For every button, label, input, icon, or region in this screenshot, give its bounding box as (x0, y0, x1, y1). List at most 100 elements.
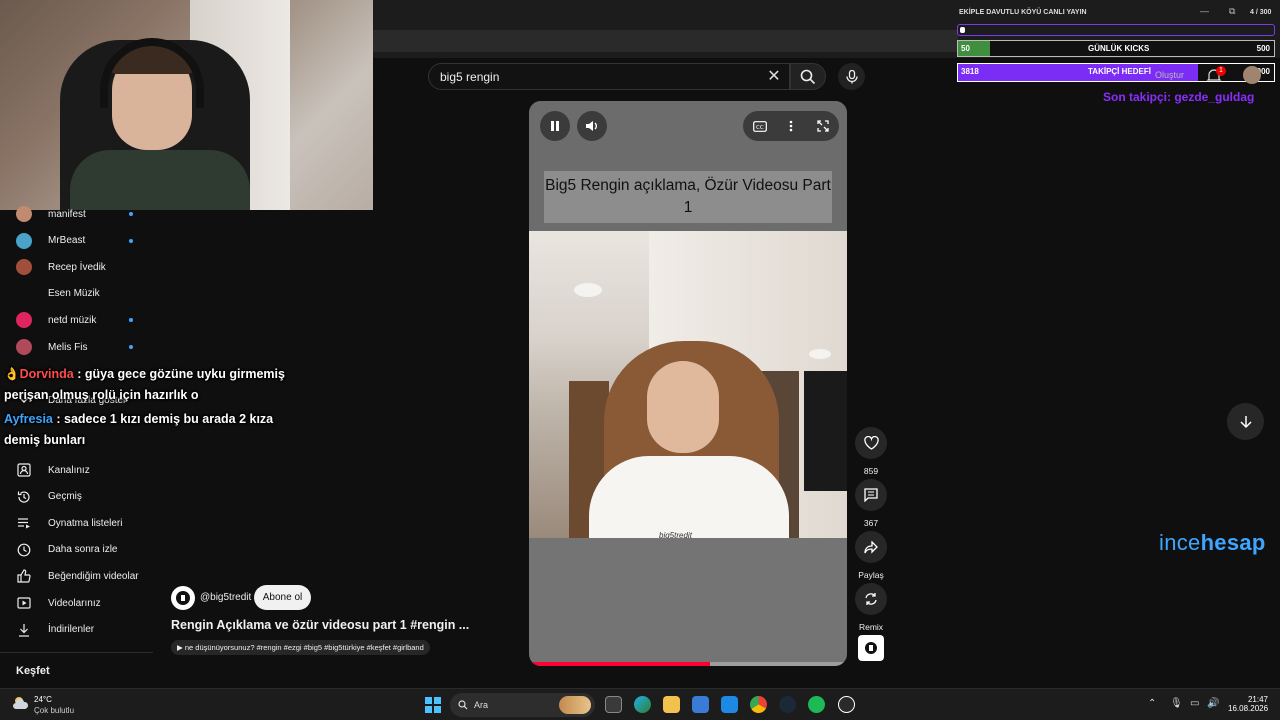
chat-username: Dorvinda (19, 367, 74, 381)
mic-icon[interactable]: 🎙 (1170, 698, 1183, 709)
sound-thumbnail[interactable] (858, 635, 884, 661)
screen: big5 rengin ✕ manifest MrBeast Recep İvedi… (0, 0, 1280, 720)
chrome-icon[interactable] (750, 696, 767, 713)
comments-button[interactable]: 367 (855, 479, 887, 528)
video-frame: big5tredit (529, 231, 847, 538)
task-view-icon[interactable] (605, 696, 622, 713)
brand-part2: hesap (1200, 530, 1266, 555)
restore-icon[interactable]: ⧉ (1229, 6, 1235, 17)
chat-message: 👌Dorvinda : güya gece gözüne uyku girmem… (4, 364, 304, 406)
sidebar-item-label: Daha sonra izle (48, 544, 118, 556)
chevron-up-icon[interactable]: ⌃ (1148, 698, 1156, 709)
weather-temp: 24°C (34, 695, 52, 704)
sidebar-subscription-item[interactable]: Esen Müzik (0, 281, 155, 307)
channel-avatar (16, 339, 32, 355)
captions-button[interactable]: CC (745, 111, 775, 141)
video-watermark: big5tredit (659, 531, 692, 538)
sidebar-item-label: Kanalınız (48, 464, 90, 476)
clock[interactable]: 21:47 16.08.2026 (1228, 695, 1268, 713)
channel-avatar (16, 259, 32, 276)
sidebar-subscription-item[interactable]: netd müzik (0, 307, 155, 333)
subscribe-button[interactable]: Abone ol (254, 585, 311, 610)
sidebar-item-label: İndirilenler (48, 624, 95, 636)
taskbar: 24°C Çok bulutlu Ara ⌃ 🎙 ▭ 🔊 21:47 16.08… (0, 688, 1280, 720)
sidebar-subscription-item[interactable]: manifest (0, 201, 155, 227)
chat-message: Ayfresia : sadece 1 kızı demiş bu arada … (4, 409, 304, 451)
follow-label: TAKİPÇİ HEDEFİ (1088, 67, 1151, 76)
file-explorer-icon[interactable] (663, 696, 680, 713)
clock-icon (16, 542, 32, 558)
sidebar-item-download[interactable]: İndirilenler (0, 617, 155, 643)
new-content-dot (129, 318, 133, 323)
notification-badge: 1 (1216, 66, 1226, 76)
clear-search-icon[interactable]: ✕ (763, 66, 785, 88)
video-title[interactable]: Rengin Açıklama ve özür videosu part 1 #… (171, 618, 469, 632)
edge-icon[interactable] (634, 696, 651, 713)
search-button[interactable] (790, 63, 826, 90)
follower-goal-bar: 3818 TAKİPÇİ HEDEFİ 5000 (957, 63, 1275, 82)
sidebar-subscription-item[interactable]: Recep İvedik (0, 254, 155, 280)
channel-avatar[interactable] (171, 586, 195, 610)
channel-icon (16, 462, 32, 478)
sidebar-item-label: Geçmiş (48, 491, 82, 503)
remix-icon (865, 593, 877, 605)
remix-button[interactable]: Remix (855, 583, 887, 632)
playlist-icon (16, 515, 32, 531)
search-input[interactable]: big5 rengin (428, 63, 790, 90)
avatar[interactable] (1243, 66, 1261, 84)
video-tags-chip[interactable]: ▶ ne düşünüyorsunuz? #rengin #ezgi #big5… (171, 640, 430, 655)
like-button[interactable]: 859 (855, 427, 887, 476)
share-button[interactable]: Paylaş (855, 531, 887, 580)
sidebar-subscription-item[interactable]: Melis Fis (0, 334, 155, 360)
minimize-icon[interactable]: — (1200, 6, 1209, 16)
mail-icon[interactable] (721, 696, 738, 713)
volume-button[interactable] (577, 111, 607, 141)
like-count: 859 (863, 466, 879, 476)
arrow-down-icon (1239, 415, 1252, 428)
video-progress-bar[interactable] (529, 662, 847, 666)
sidebar-item-label: Oynatma listeleri (48, 517, 123, 529)
fullscreen-button[interactable] (808, 111, 838, 141)
history-icon (16, 489, 32, 505)
sidebar-subscription-item[interactable]: MrBeast (0, 228, 155, 254)
channel-logo-icon (176, 591, 190, 605)
cloud-icon[interactable] (12, 695, 30, 711)
expand-icon (817, 120, 829, 132)
sidebar-item-history[interactable]: Geçmiş (0, 484, 155, 510)
sidebar-item-playlist[interactable]: Oynatma listeleri (0, 510, 155, 536)
obs-icon[interactable] (838, 696, 855, 713)
clock-time: 21:47 (1247, 695, 1268, 704)
comment-count: 367 (863, 518, 879, 528)
sidebar-item-thumbs-up[interactable]: Beğendiğim videolar (0, 563, 155, 589)
taskbar-search[interactable]: Ara (450, 693, 595, 717)
next-video-button[interactable] (1227, 403, 1264, 440)
download-icon (16, 622, 32, 638)
kicks-value: 50 (961, 44, 970, 53)
shorts-player[interactable]: CC Big5 Rengin açıklama, Özür Videosu Pa… (529, 101, 847, 666)
new-content-dot (129, 212, 133, 216)
sidebar-item-clock[interactable]: Daha sonra izle (0, 537, 155, 563)
channel-name[interactable]: @big5tredit (200, 592, 251, 603)
sidebar-item-channel[interactable]: Kanalınız (0, 457, 155, 483)
search-icon (458, 700, 468, 710)
spotify-icon[interactable] (808, 696, 825, 713)
taskbar-search-label: Ara (474, 700, 489, 710)
volume-icon[interactable]: 🔊 (1207, 698, 1219, 709)
stream-title: EKİPLE DAVUTLU KÖYÜ CANLI YAYIN (959, 9, 1087, 16)
start-button[interactable] (425, 697, 441, 713)
new-content-dot (129, 238, 133, 243)
video-overlay-title: Big5 Rengin açıklama, Özür Videosu Part … (544, 171, 832, 223)
voice-search-button[interactable] (838, 63, 865, 90)
steam-icon[interactable] (779, 696, 796, 713)
network-icon[interactable]: ▭ (1190, 698, 1199, 709)
store-icon[interactable] (692, 696, 709, 713)
brand-part1: ince (1159, 530, 1201, 555)
more-options-button[interactable] (776, 111, 806, 141)
sidebar-item-video[interactable]: Videolarınız (0, 590, 155, 616)
weather-desc: Çok bulutlu (34, 706, 75, 715)
create-button[interactable]: Oluştur (1155, 70, 1184, 80)
sidebar-subscription-label: manifest (48, 208, 86, 220)
new-content-dot (129, 345, 133, 349)
video-icon (16, 595, 32, 611)
pause-button[interactable] (540, 111, 570, 141)
